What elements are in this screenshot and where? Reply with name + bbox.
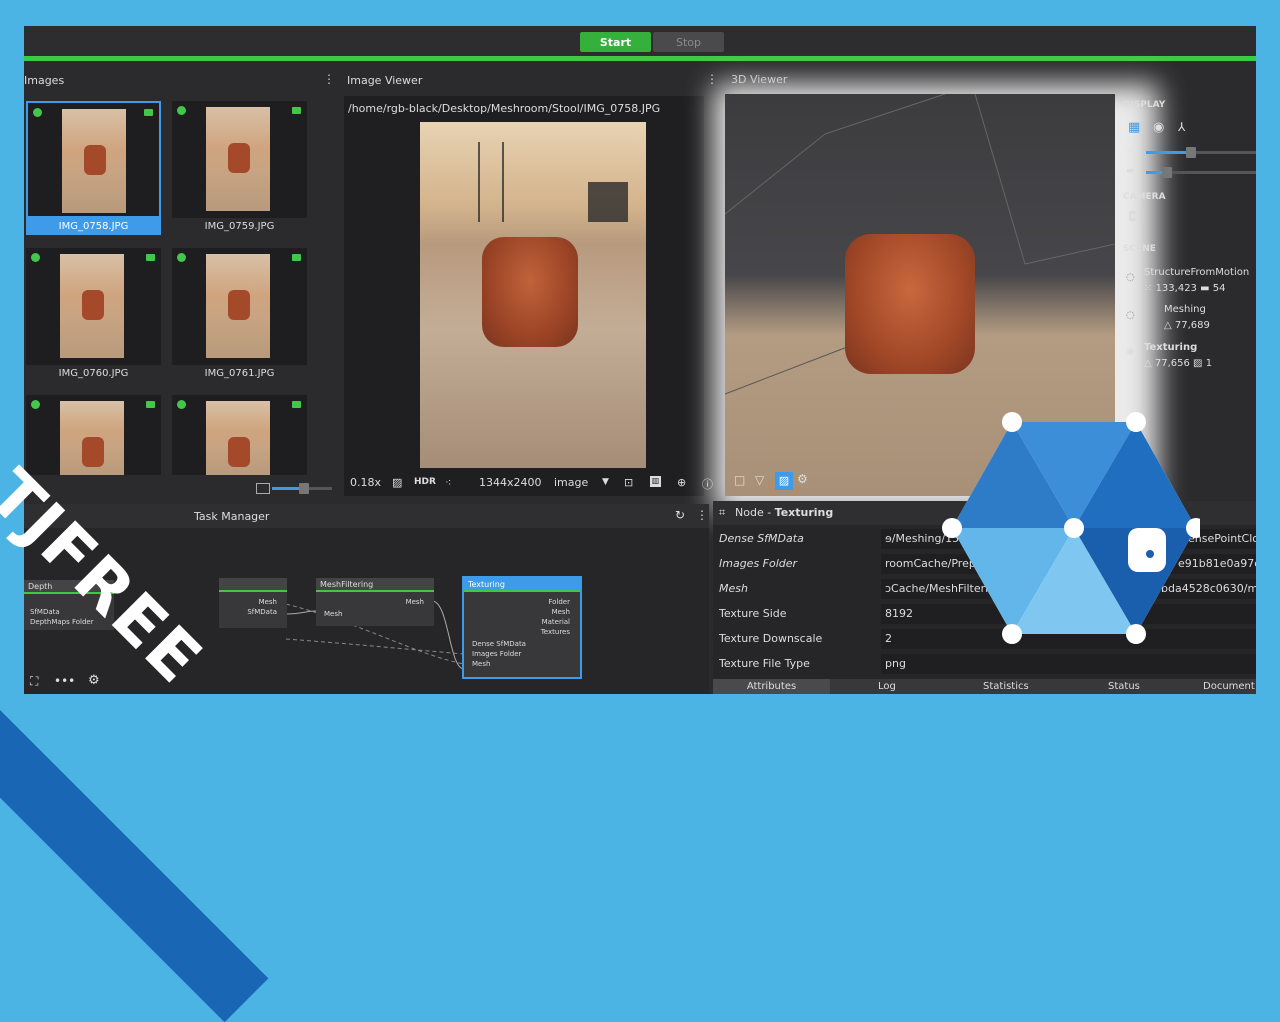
points-icon: ⁙ — [1126, 146, 1134, 156]
info-icon[interactable]: ⓘ — [702, 476, 713, 492]
scene-item-stats: △ 77,656 ▨ 1 — [1144, 358, 1213, 369]
scene-item-name: Meshing — [1164, 304, 1206, 315]
attribute-tabs: Attributes Log Statistics Status Documen… — [713, 679, 1256, 694]
check-icon — [177, 400, 186, 409]
display-heading: DISPLAY — [1123, 100, 1166, 110]
node-icon: ⌗ — [719, 506, 726, 519]
target-icon[interactable]: ◉ — [1153, 120, 1164, 135]
meshroom-logo — [942, 412, 1200, 644]
check-icon — [33, 108, 42, 117]
thumbnail[interactable] — [26, 395, 161, 475]
tab-document[interactable]: Document — [1203, 681, 1255, 692]
fit-view-icon[interactable]: ⛶ — [30, 674, 38, 689]
textured-mesh — [845, 234, 975, 374]
tab-status[interactable]: Status — [1108, 681, 1140, 692]
check-icon — [177, 106, 186, 115]
thumbnail[interactable] — [172, 248, 307, 365]
scene-item-stats: ⁙ 133,423 ▬ 54 — [1144, 283, 1226, 294]
attribute-value[interactable]: png — [881, 654, 1256, 674]
eye-icon[interactable]: ◌ — [1126, 272, 1135, 283]
axis-icon[interactable]: ⅄ — [1178, 120, 1185, 134]
check-icon — [31, 400, 40, 409]
gear-icon[interactable]: ⚙ — [88, 673, 100, 688]
camera-scale-icon: ▬ — [1126, 166, 1135, 176]
viewer-toolbar: 0.18x ▨ HDR ⁖ 1344x2400 image ▼ ⊡ ▥ ⊕ ⓘ — [344, 468, 713, 496]
image-size-icon — [256, 483, 270, 494]
zoom-level: 0.18x — [350, 476, 382, 489]
image-resolution: 1344x2400 — [479, 476, 542, 489]
image-viewer-title: Image Viewer — [347, 74, 423, 87]
graph-node[interactable]: Mesh SfMData — [219, 578, 287, 628]
thumbnail-size-slider[interactable] — [272, 483, 332, 494]
camera-icon[interactable]: ◘ — [1128, 210, 1138, 225]
camera-icon — [144, 109, 153, 116]
camera-heading: CAMERA — [1123, 192, 1166, 202]
images-menu-icon[interactable]: ⋮ — [323, 72, 335, 86]
wireframe-icon[interactable]: ▽ — [755, 473, 764, 487]
camera-icon — [146, 401, 155, 408]
node-title: Node - Texturing — [735, 506, 834, 519]
camera-icon — [146, 254, 155, 261]
preview-image — [420, 122, 646, 468]
thumbnail-label: IMG_0759.JPG — [204, 221, 275, 232]
viewer3d-title: 3D Viewer — [731, 73, 788, 86]
image-path: /home/rgb-black/Desktop/Meshroom/Stool/I… — [348, 102, 661, 115]
chevron-down-icon: ▼ — [602, 477, 609, 487]
texture-icon[interactable]: ▨ — [392, 476, 402, 489]
camera-icon — [292, 107, 301, 114]
scene-heading: SCENE — [1123, 244, 1156, 254]
top-toolbar: Start Stop — [24, 26, 1256, 56]
thumbnail-label: IMG_0758.JPG — [26, 218, 161, 235]
check-icon — [177, 253, 186, 262]
scene-item-name: StructureFromMotion — [1144, 267, 1250, 278]
thumbnail[interactable] — [172, 395, 307, 475]
start-button[interactable]: Start — [580, 32, 651, 52]
tab-log[interactable]: Log — [878, 681, 896, 692]
thumbnail-label: IMG_0760.JPG — [58, 368, 129, 379]
progress-bar — [24, 56, 1256, 61]
thumbnail-label: IMG_0761.JPG — [204, 368, 275, 379]
fit-icon[interactable]: ⊡ — [624, 476, 633, 489]
histogram-icon[interactable]: ▥ — [650, 476, 661, 487]
camera-icon — [292, 254, 301, 261]
display-mode-select[interactable]: image — [554, 476, 588, 489]
graph-node-texturing[interactable]: Texturing Folder Mesh Material Textures … — [462, 576, 582, 679]
eye-icon[interactable]: ◌ — [1126, 310, 1135, 321]
tab-attributes[interactable]: Attributes — [713, 679, 830, 694]
bbox-icon[interactable]: □ — [734, 473, 745, 487]
camera-scale-slider[interactable] — [1146, 167, 1256, 178]
globe-icon[interactable]: ⊕ — [677, 476, 686, 489]
check-icon — [31, 253, 40, 262]
thumbnail[interactable] — [26, 248, 161, 365]
gear-icon[interactable]: ⚙ — [797, 472, 808, 486]
hdr-toggle[interactable]: HDR — [414, 477, 436, 487]
images-panel-title: Images — [24, 74, 65, 87]
viewer3d-toolbar: □ ▽ ▨ ⚙ — [725, 468, 815, 496]
texture-icon[interactable]: ▨ — [775, 472, 793, 490]
scene-item-stats: △ 77,689 — [1164, 320, 1210, 331]
features-icon[interactable]: ⁖ — [445, 476, 451, 489]
grid-icon[interactable]: ▦ — [1128, 120, 1140, 135]
stop-button[interactable]: Stop — [653, 32, 724, 52]
point-size-slider[interactable] — [1146, 147, 1256, 158]
graph-node[interactable]: MeshFiltering Mesh Mesh — [316, 578, 434, 626]
image-gallery: IMG_0758.JPG IMG_0759.JPG IMG_0760.JPG I… — [24, 93, 344, 494]
attribute-row: Texture File Type png — [713, 652, 1256, 677]
more-icon[interactable]: ••• — [54, 674, 75, 688]
image-viewer: /home/rgb-black/Desktop/Meshroom/Stool/I… — [344, 96, 713, 496]
camera-icon — [292, 401, 301, 408]
scene-item-name: Texturing — [1144, 342, 1198, 353]
thumbnail[interactable] — [26, 101, 161, 218]
eye-icon[interactable]: ◉ — [1126, 346, 1135, 357]
thumbnail[interactable] — [172, 101, 307, 218]
tab-statistics[interactable]: Statistics — [983, 681, 1029, 692]
